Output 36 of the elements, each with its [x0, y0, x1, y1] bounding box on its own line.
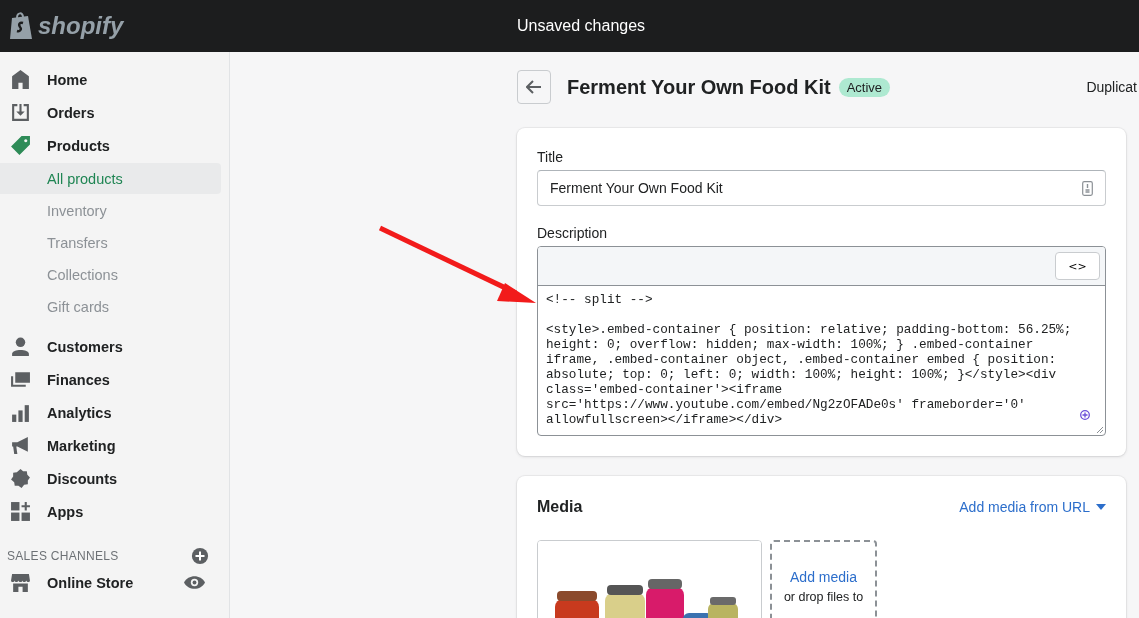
back-arrow-icon	[526, 80, 542, 94]
page-title: Ferment Your Own Food Kit	[567, 75, 831, 99]
store-icon	[10, 572, 31, 593]
unsaved-changes-title: Unsaved changes	[517, 17, 646, 35]
drop-hint: or drop files to	[783, 590, 864, 604]
show-html-button[interactable]: <>	[1055, 252, 1100, 280]
section-heading: SALES CHANNELS	[7, 549, 119, 563]
document-icon	[1082, 180, 1093, 196]
field-label: Title	[537, 149, 563, 165]
sidebar-item[interactable]: Discounts	[0, 462, 221, 495]
sidebar-item[interactable]: Analytics	[0, 396, 221, 429]
sidebar-item[interactable]: Online Store	[0, 566, 221, 599]
add-icon[interactable]	[191, 547, 209, 565]
add-icon[interactable]	[1080, 410, 1090, 420]
field-label: Description	[537, 225, 608, 241]
title-field[interactable]: Ferment Your Own Food Kit	[537, 170, 1106, 206]
add-media-from-url-button[interactable]: Add media from URL	[959, 499, 1106, 515]
sidebar-item[interactable]: Marketing	[0, 429, 221, 462]
sidebar-item[interactable]: Products	[0, 129, 221, 162]
sidebar-subitem[interactable]: All products	[0, 163, 221, 194]
sidebar-item[interactable]: Orders	[0, 96, 221, 129]
add-media-link[interactable]: Add media	[790, 569, 857, 585]
media-drop-zone[interactable]: Add media or drop files to	[770, 540, 877, 618]
sidebar-item[interactable]: Home	[0, 63, 221, 96]
sidebar-item[interactable]: Customers	[0, 330, 221, 363]
logo-wordmark[interactable]: shopify	[38, 12, 124, 40]
sidebar-item[interactable]: Finances	[0, 363, 221, 396]
resize-handle-icon[interactable]	[1096, 426, 1104, 434]
card-title: Media	[537, 498, 583, 516]
shopping-bag-icon	[8, 11, 34, 41]
status-badge: Active	[838, 77, 891, 97]
caret-icon	[1096, 504, 1106, 510]
duplicate-link[interactable]: Duplicat	[1086, 79, 1137, 95]
sidebar-item[interactable]: Apps	[0, 495, 221, 528]
html-code-editor[interactable]: <!-- split --> <style>.embed-container { position: relative; padding-bottom: 56.25%; height: 0; overflow: hidden; max-width: 100%; } .embed-container iframe, .embed-container object, .embed-container embed { position: absolute; top: 0; left: 0; width: 100%; height: 100%; }</style><div class='embed-container'><iframe src='https://www.youtube.com/embed/Ng2zOFADe0s' frameborder='0' allowfullscreen></iframe></div>	[538, 286, 1105, 433]
back-button[interactable]	[517, 70, 551, 104]
